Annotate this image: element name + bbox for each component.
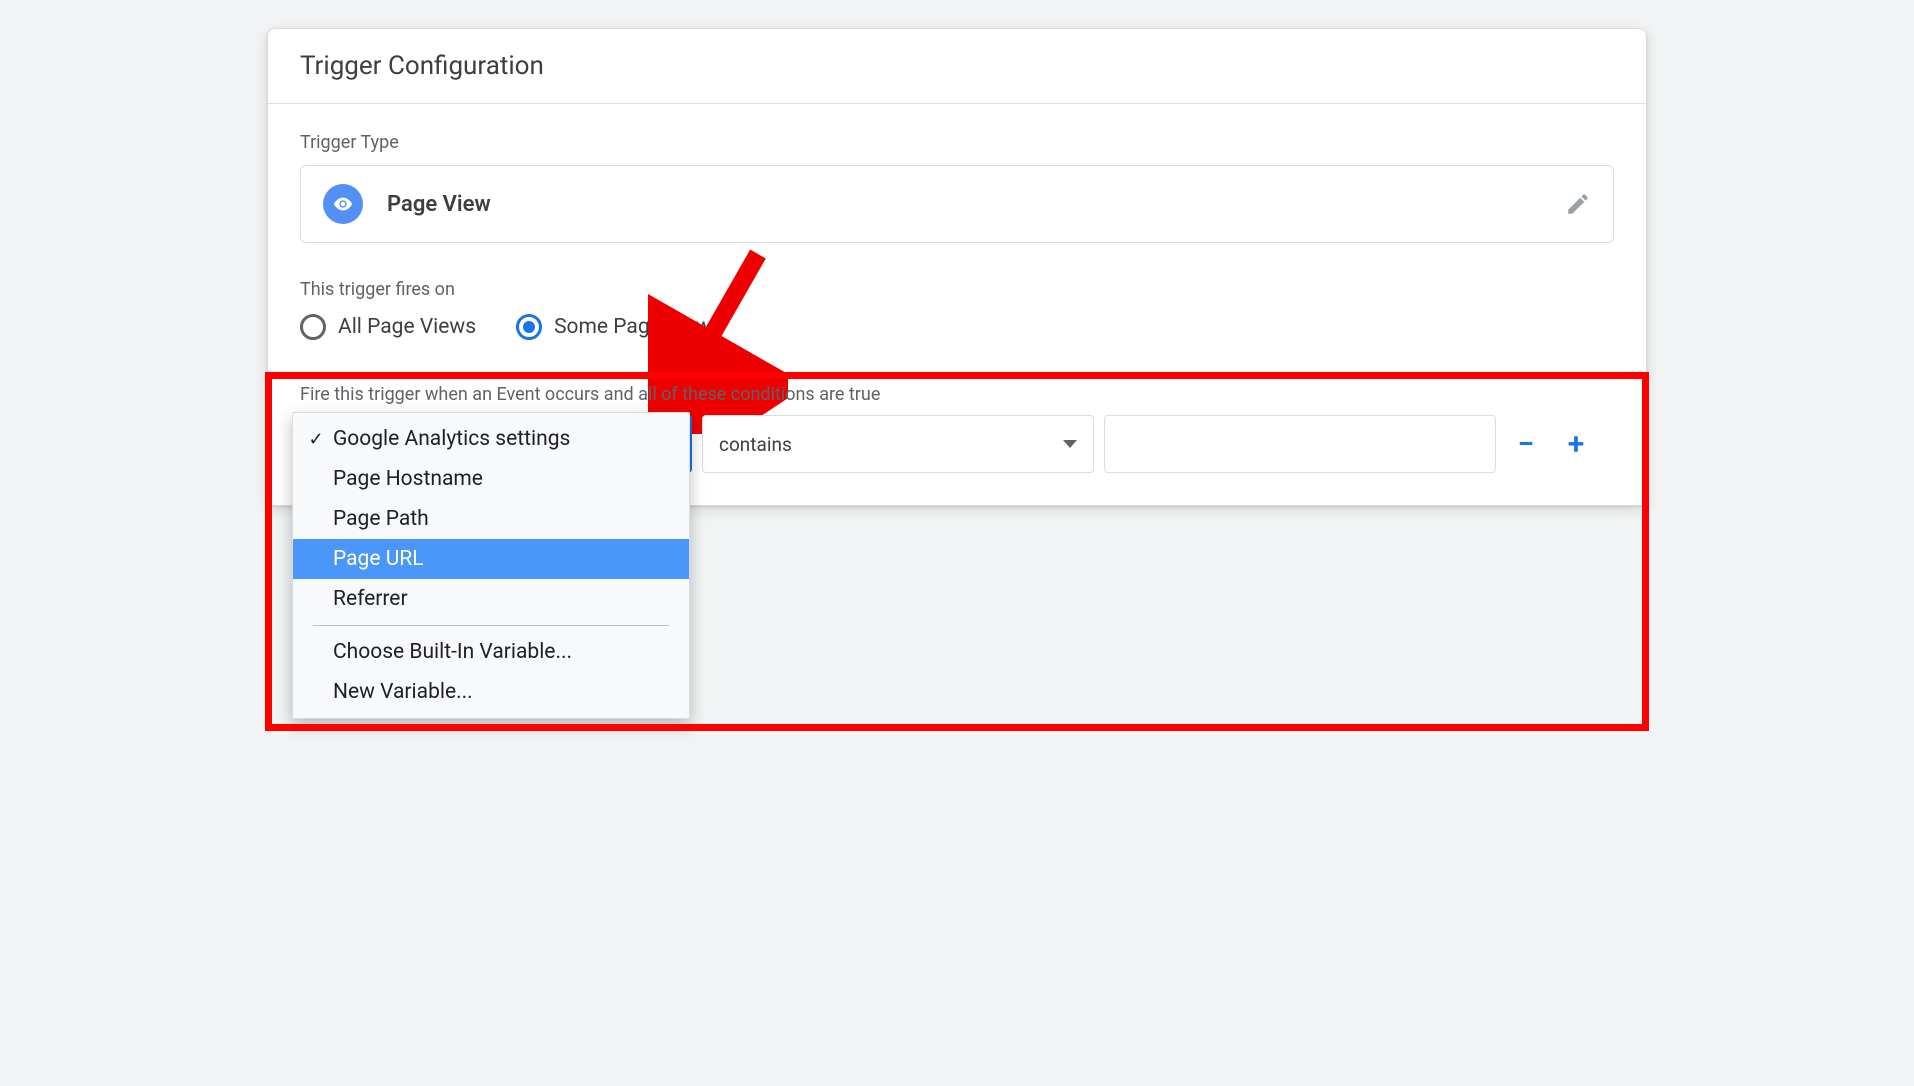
radio-label: Some Page Views — [554, 315, 722, 339]
trigger-config-card: Trigger Configuration Trigger Type Page … — [267, 28, 1647, 506]
dropdown-divider — [313, 625, 669, 626]
dropdown-item-referrer[interactable]: Referrer — [293, 579, 689, 619]
edit-icon[interactable] — [1565, 191, 1591, 217]
dropdown-item-label: Page Hostname — [333, 467, 483, 491]
operator-value: contains — [719, 433, 792, 456]
dropdown-item-page-path[interactable]: Page Path — [293, 499, 689, 539]
dropdown-item-page-hostname[interactable]: Page Hostname — [293, 459, 689, 499]
eye-icon — [323, 184, 363, 224]
card-body: Trigger Type Page View This trigger fire… — [268, 104, 1646, 505]
radio-some-page-views[interactable]: Some Page Views — [516, 314, 722, 340]
radio-label: All Page Views — [338, 315, 476, 339]
dropdown-item-choose-builtin[interactable]: Choose Built-In Variable... — [293, 632, 689, 672]
trigger-type-label: Trigger Type — [300, 132, 1614, 153]
chevron-down-icon — [1063, 440, 1077, 448]
dropdown-item-page-url[interactable]: Page URL — [293, 539, 689, 579]
fires-on-label: This trigger fires on — [300, 279, 1614, 300]
dropdown-item-new-variable[interactable]: New Variable... — [293, 672, 689, 712]
radio-icon — [516, 314, 542, 340]
conditions-label: Fire this trigger when an Event occurs a… — [300, 384, 1614, 405]
variable-dropdown: ✓ Google Analytics settings Page Hostnam… — [292, 412, 690, 719]
trigger-type-value: Page View — [387, 192, 491, 217]
remove-condition-button[interactable]: − — [1506, 424, 1546, 464]
check-icon: ✓ — [305, 429, 327, 450]
add-condition-button[interactable]: + — [1556, 424, 1596, 464]
conditions-section: Fire this trigger when an Event occurs a… — [300, 384, 1614, 473]
dropdown-item-ga-settings[interactable]: ✓ Google Analytics settings — [293, 419, 689, 459]
trigger-type-left: Page View — [323, 184, 491, 224]
radio-all-page-views[interactable]: All Page Views — [300, 314, 476, 340]
trigger-type-selector[interactable]: Page View — [300, 165, 1614, 243]
dropdown-item-label: New Variable... — [333, 680, 473, 704]
condition-value-input[interactable] — [1104, 415, 1496, 473]
dropdown-item-label: Choose Built-In Variable... — [333, 640, 572, 664]
dropdown-item-label: Page URL — [333, 547, 424, 571]
dropdown-item-label: Page Path — [333, 507, 429, 531]
card-title: Trigger Configuration — [268, 29, 1646, 104]
radio-icon — [300, 314, 326, 340]
dropdown-item-label: Referrer — [333, 587, 408, 611]
condition-operator-select[interactable]: contains — [702, 415, 1094, 473]
fires-on-options: All Page Views Some Page Views — [300, 314, 1614, 340]
dropdown-item-label: Google Analytics settings — [333, 427, 570, 451]
